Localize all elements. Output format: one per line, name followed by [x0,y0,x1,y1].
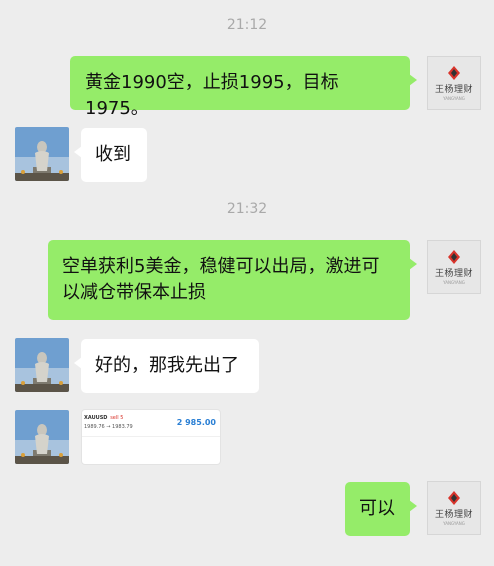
message-text: 黄金1990空，止损1995，目标1975。 [85,72,339,119]
trade-prices: 1989.76 → 1983.79 [84,424,133,430]
sender-avatar[interactable]: 王杨理财 YANGYANG [427,481,481,535]
brand-name: 王杨理财 [434,509,473,520]
contact-avatar[interactable] [15,127,69,181]
message-text: 收到 [95,144,131,165]
brand-logo-icon [448,490,460,505]
sender-avatar[interactable]: 王杨理财 YANGYANG [427,240,481,294]
trade-profit: 2 985.00 [176,418,216,427]
brand-name: 王杨理财 [434,268,473,279]
brand-subtitle: YANGYANG [443,520,465,526]
message-text: 好的，那我先出了 [95,355,239,376]
message-text: 空单获利5美金，稳健可以出局，激进可以减仓带保本止损 [62,256,380,303]
timestamp: 21:32 [226,201,268,217]
timestamp: 21:12 [226,17,268,33]
incoming-message-bubble[interactable]: 好的，那我先出了 [74,339,259,393]
sender-avatar[interactable]: 王杨理财 YANGYANG [427,56,481,110]
contact-avatar[interactable] [15,338,69,392]
brand-subtitle: YANGYANG [443,95,465,101]
trade-side: sell 5 [110,415,124,421]
outgoing-message-bubble[interactable]: 黄金1990空，止损1995，目标1975。 [70,56,417,119]
trade-symbol: XAUUSD [84,415,108,421]
statue-avatar-image [15,410,69,464]
incoming-message-bubble[interactable]: 收到 [74,128,147,182]
brand-logo-icon [448,249,460,264]
trade-screenshot-image[interactable]: XAUUSD sell 5 1989.76 → 1983.79 2 985.00 [81,409,221,465]
brand-name: 王杨理财 [434,84,473,95]
outgoing-message-bubble[interactable]: 空单获利5美金，稳健可以出局，激进可以减仓带保本止损 [48,240,417,320]
brand-logo-icon [448,65,460,80]
contact-avatar[interactable] [15,410,69,464]
outgoing-message-bubble[interactable]: 可以 [345,482,417,536]
statue-avatar-image [15,127,69,181]
brand-subtitle: YANGYANG [443,279,465,285]
message-text: 可以 [359,498,395,519]
divider [82,436,220,437]
statue-avatar-image [15,338,69,392]
trade-symbol-row: XAUUSD sell 5 [84,415,123,421]
